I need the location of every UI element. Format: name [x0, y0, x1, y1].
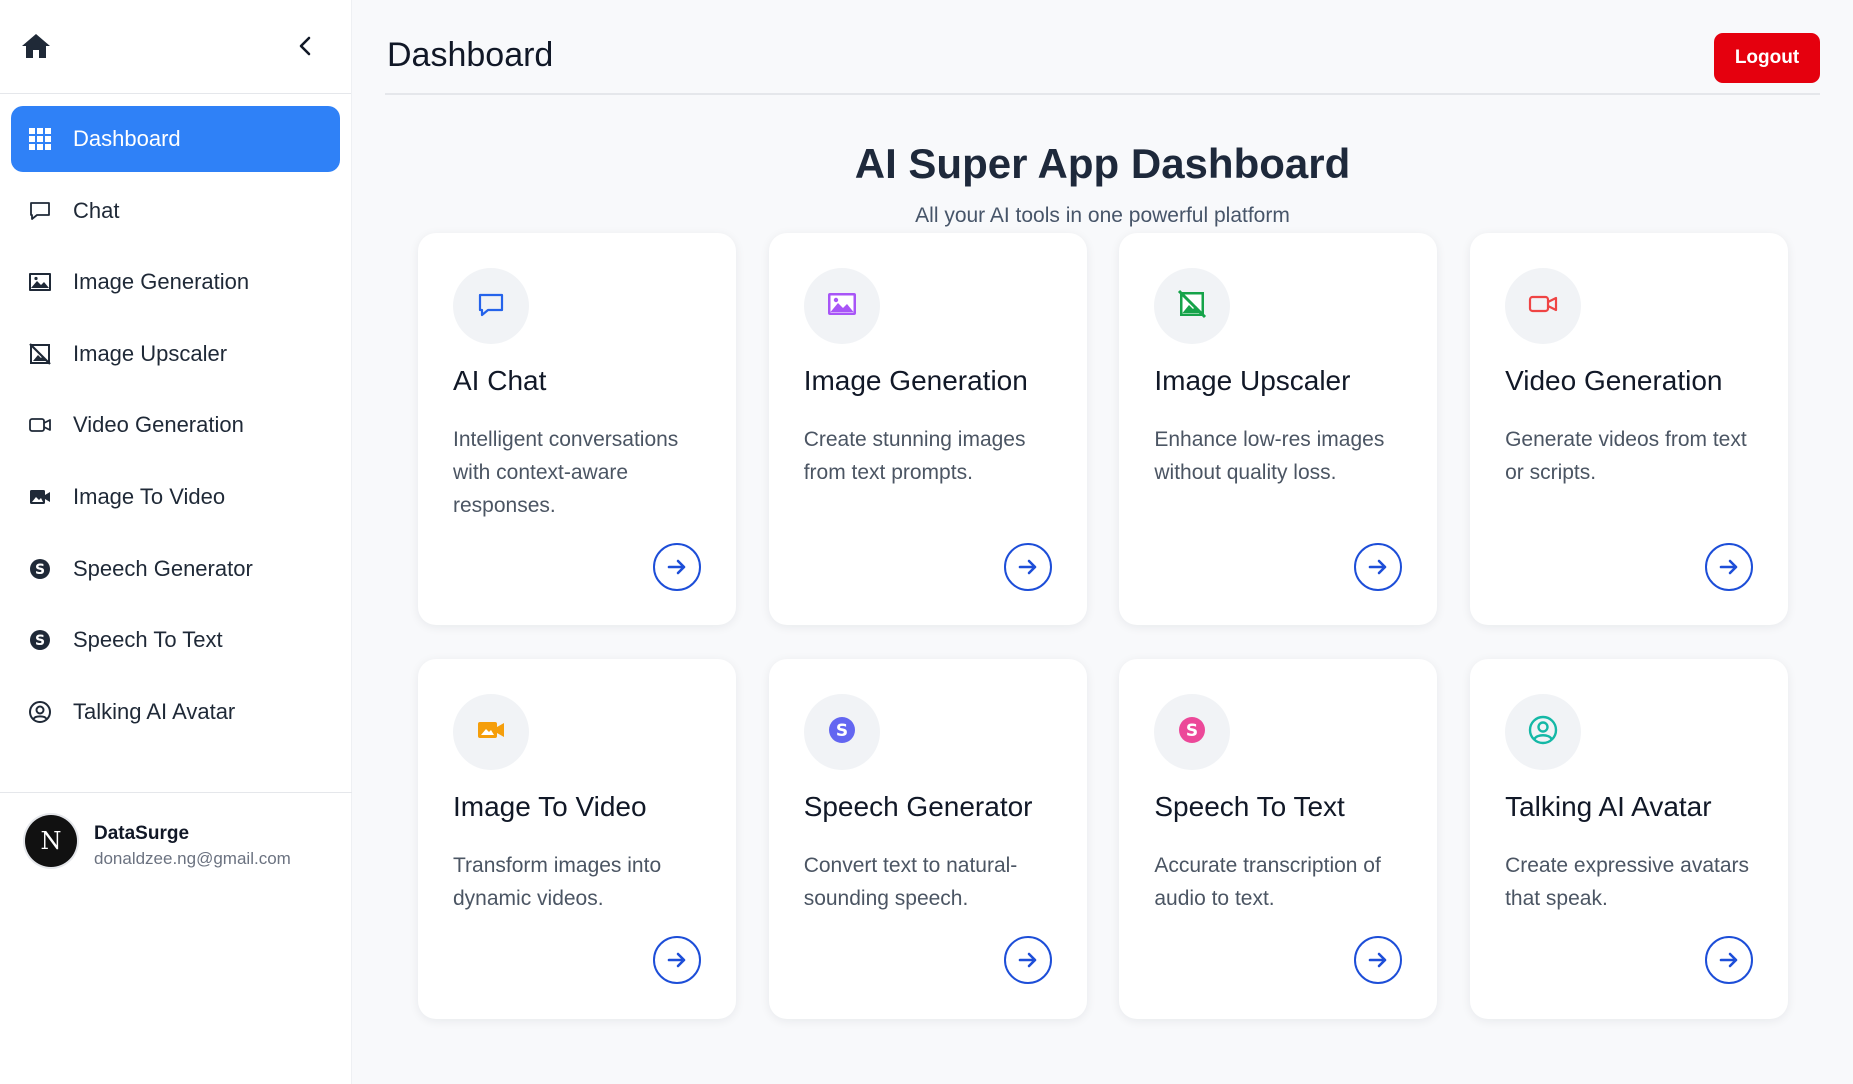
card-description: Convert text to natural-sounding speech. — [803, 854, 1018, 910]
arrow-right-icon[interactable] — [1705, 936, 1754, 984]
arrow-right-icon[interactable] — [1354, 543, 1403, 591]
sidebar-item-image-generation[interactable]: Image Generation — [11, 249, 340, 315]
page-header: Dashboard Logout — [385, 0, 1820, 95]
chevron-left-icon[interactable] — [296, 34, 316, 58]
card-talking-ai-avatar[interactable]: Talking AI Avatar Create expressive avat… — [1470, 659, 1789, 1019]
card-title: Image To Video — [453, 791, 647, 822]
main-content: Dashboard Logout AI Super App Dashboard … — [352, 0, 1853, 1084]
card-description: Create stunning images from text prompts… — [803, 428, 1026, 484]
image-off-icon — [1176, 288, 1208, 325]
video-camera-icon — [1527, 288, 1559, 325]
card-icon-circle — [1154, 268, 1231, 344]
tool-cards-grid: AI Chat Intelligent conversations with c… — [418, 233, 1789, 1019]
sidebar-item-label: Dashboard — [73, 126, 181, 151]
sidebar-header — [0, 0, 351, 94]
image-icon — [27, 269, 53, 295]
avatar[interactable]: N — [25, 815, 77, 867]
grid-icon — [27, 126, 53, 152]
card-description: Enhance low-res images without quality l… — [1154, 428, 1385, 484]
card-image-generation[interactable]: Image Generation Create stunning images … — [768, 233, 1087, 625]
user-profile[interactable]: N DataSurge donaldzee.ng@gmail.com — [0, 792, 352, 892]
sidebar-item-label: Chat — [73, 197, 120, 223]
arrow-right-icon[interactable] — [653, 936, 701, 984]
sidebar-item-image-upscaler[interactable]: Image Upscaler — [11, 321, 340, 387]
user-circle-icon — [27, 699, 53, 725]
arrow-right-icon[interactable] — [1354, 936, 1403, 984]
speech-s-icon: S — [1176, 714, 1208, 751]
card-video-generation[interactable]: Video Generation Generate videos from te… — [1470, 233, 1789, 625]
svg-text:S: S — [35, 562, 45, 578]
sidebar-item-image-to-video[interactable]: Image To Video — [11, 464, 340, 530]
sidebar-nav: Dashboard Chat Image Generation Image Up… — [0, 94, 351, 745]
user-circle-icon — [1527, 714, 1559, 751]
user-email: donaldzee.ng@gmail.com — [94, 849, 291, 868]
card-description: Transform images into dynamic videos. — [453, 854, 662, 910]
speech-s-icon: S — [826, 714, 858, 751]
card-description: Intelligent conversations with context-a… — [453, 428, 679, 517]
arrow-right-icon[interactable] — [653, 543, 701, 591]
sidebar: Dashboard Chat Image Generation Image Up… — [0, 0, 352, 1084]
svg-text:S: S — [35, 633, 45, 649]
sidebar-item-talking-ai-avatar[interactable]: Talking AI Avatar — [11, 679, 340, 745]
card-speech-to-text[interactable]: S Speech To Text Accurate transcription … — [1119, 659, 1438, 1019]
image-off-icon — [27, 341, 53, 367]
card-icon-circle: S — [803, 694, 880, 770]
sidebar-item-speech-to-text[interactable]: S Speech To Text — [11, 607, 340, 673]
sidebar-item-label: Image To Video — [73, 483, 226, 509]
card-icon-circle: S — [1154, 694, 1231, 770]
card-image-to-video[interactable]: Image To Video Transform images into dyn… — [418, 659, 736, 1019]
sidebar-item-label: Speech To Text — [73, 627, 223, 653]
card-description: Create expressive avatars that speak. — [1505, 854, 1750, 910]
card-title: Image Generation — [803, 365, 1028, 396]
hero-title: AI Super App Dashboard — [854, 140, 1351, 187]
card-icon-circle — [803, 268, 880, 344]
card-title: Speech Generator — [803, 791, 1033, 822]
video-camera-icon — [27, 412, 53, 438]
card-speech-generator[interactable]: S Speech Generator Convert text to natur… — [768, 659, 1087, 1019]
svg-text:S: S — [836, 721, 848, 741]
sidebar-item-video-generation[interactable]: Video Generation — [11, 392, 340, 458]
card-description: Generate videos from text or scripts. — [1505, 428, 1747, 484]
card-title: AI Chat — [453, 365, 547, 396]
card-ai-chat[interactable]: AI Chat Intelligent conversations with c… — [418, 233, 736, 625]
speech-s-icon: S — [27, 627, 53, 653]
sidebar-item-label: Image Generation — [73, 269, 250, 295]
hero-subtitle: All your AI tools in one powerful platfo… — [915, 204, 1290, 227]
home-icon[interactable] — [20, 32, 52, 60]
sidebar-item-dashboard[interactable]: Dashboard — [11, 106, 340, 172]
card-icon-circle — [1505, 694, 1582, 770]
card-icon-circle — [453, 694, 529, 770]
sidebar-item-label: Speech Generator — [73, 555, 253, 581]
card-description: Accurate transcription of audio to text. — [1154, 854, 1381, 910]
card-image-upscaler[interactable]: Image Upscaler Enhance low-res images wi… — [1119, 233, 1438, 625]
speech-s-icon: S — [27, 556, 53, 582]
arrow-right-icon[interactable] — [1003, 936, 1052, 984]
sidebar-item-label: Video Generation — [73, 412, 244, 438]
logout-button[interactable]: Logout — [1714, 33, 1820, 83]
sidebar-item-label: Image Upscaler — [73, 340, 228, 366]
sidebar-item-chat[interactable]: Chat — [11, 178, 340, 244]
card-icon-circle — [1505, 268, 1582, 344]
image-icon — [826, 288, 858, 325]
arrow-right-icon[interactable] — [1003, 543, 1052, 591]
card-title: Talking AI Avatar — [1505, 791, 1712, 822]
card-title: Video Generation — [1505, 365, 1723, 396]
card-icon-circle — [453, 268, 529, 344]
chat-bubble-icon — [475, 288, 507, 325]
video-camera-filled-icon — [475, 714, 507, 751]
card-title: Image Upscaler — [1154, 365, 1351, 396]
user-name: DataSurge — [94, 823, 190, 844]
sidebar-item-label: Talking AI Avatar — [73, 698, 236, 724]
video-camera-filled-icon — [27, 484, 53, 510]
chat-bubble-icon — [27, 198, 53, 224]
sidebar-item-speech-generator[interactable]: S Speech Generator — [11, 536, 340, 602]
page-title: Dashboard — [387, 36, 554, 74]
svg-text:S: S — [1186, 721, 1198, 741]
arrow-right-icon[interactable] — [1705, 543, 1754, 591]
card-title: Speech To Text — [1154, 791, 1345, 822]
